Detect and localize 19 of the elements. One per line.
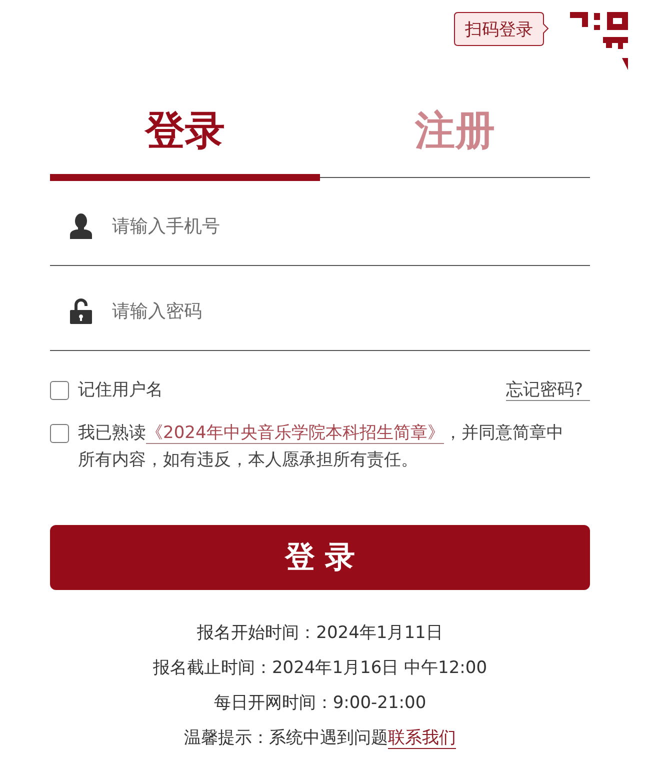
notice-text: 每日开网时间：9:00-21:00 — [214, 692, 426, 715]
phone-input[interactable]: 请输入手机号 — [112, 206, 590, 246]
remember-label: 记住用户名 — [78, 380, 163, 400]
contact-link[interactable]: 联系我们 — [388, 728, 456, 749]
qr-code-icon[interactable] — [568, 10, 628, 70]
help-tip: 温馨提示：系统中遇到问题联系我们 — [184, 727, 456, 751]
checkbox[interactable] — [50, 380, 69, 400]
password-input[interactable]: 请输入密码 — [112, 291, 590, 331]
login-button[interactable]: 登 录 — [50, 525, 590, 590]
checkbox[interactable] — [50, 424, 69, 443]
tab[interactable]: 登录 — [50, 87, 320, 181]
scan-login-button[interactable]: 扫码登录 — [454, 12, 551, 46]
brochure-link[interactable]: 《2024年中央音乐学院本科招生简章》 — [146, 423, 444, 444]
notice-text: 报名截止时间：2024年1月16日 中午12:00 — [152, 657, 488, 680]
agreement-text: 我已熟读《2024年中央音乐学院本科招生简章》，并同意简章中所有内容，如有违反，本人愿承担所有责任。 — [78, 422, 564, 472]
notice-text: 报名开始时间：2024年1月11日 — [197, 622, 443, 645]
user-icon — [70, 213, 92, 239]
forgot-password-link[interactable]: 忘记密码? — [506, 380, 590, 400]
unlock-icon — [70, 298, 92, 324]
